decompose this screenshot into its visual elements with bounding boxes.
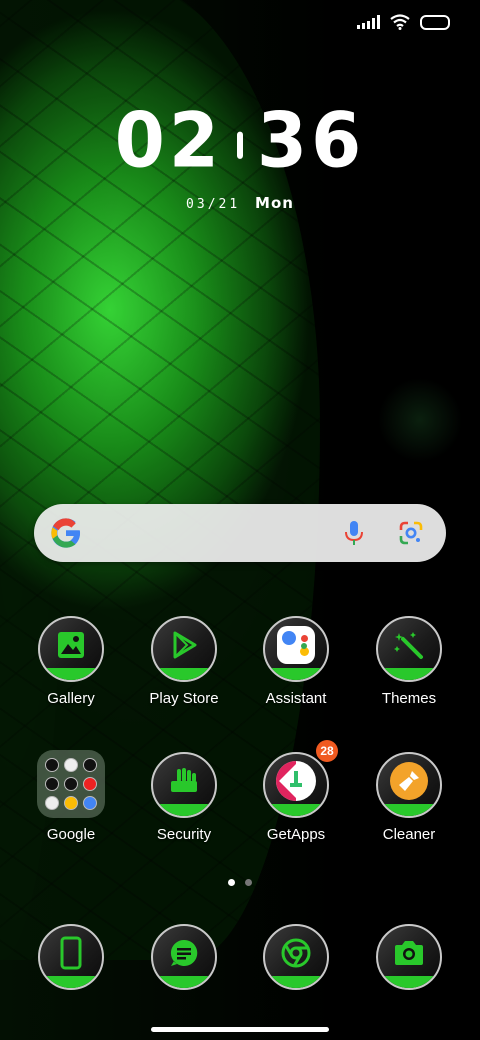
app-label-play-store: Play Store bbox=[149, 690, 219, 707]
getapps-icon bbox=[276, 761, 316, 801]
app-label-google: Google bbox=[46, 826, 96, 843]
gallery-icon bbox=[58, 632, 84, 658]
battery-icon bbox=[420, 14, 450, 30]
messages-icon bbox=[170, 939, 198, 966]
cleaner-icon bbox=[390, 762, 428, 800]
microphone-icon[interactable] bbox=[342, 519, 366, 547]
gesture-navigation-bar[interactable] bbox=[151, 1027, 329, 1032]
day-of-week: Mon bbox=[255, 194, 294, 212]
status-bar bbox=[357, 14, 450, 30]
play-store-app-button[interactable] bbox=[151, 616, 217, 682]
chrome-icon bbox=[281, 938, 311, 968]
page-dot bbox=[245, 879, 252, 886]
app-label-assistant: Assistant bbox=[265, 690, 327, 707]
app-label-themes: Themes bbox=[381, 690, 437, 707]
clock-hours: 02 bbox=[114, 95, 223, 185]
chrome-dock-button[interactable] bbox=[263, 924, 329, 990]
page-dot-active bbox=[228, 879, 235, 886]
google-g-icon bbox=[51, 518, 80, 548]
phone-dock-button[interactable] bbox=[38, 924, 104, 990]
signal-icon bbox=[357, 15, 380, 29]
app-label-cleaner: Cleaner bbox=[382, 826, 436, 843]
gallery-app-button[interactable] bbox=[38, 616, 104, 682]
security-app-button[interactable] bbox=[151, 752, 217, 818]
date-label: 03/21 Mon bbox=[0, 194, 480, 212]
page-indicator[interactable] bbox=[228, 879, 252, 886]
phone-icon bbox=[60, 936, 82, 970]
camera-icon bbox=[395, 941, 423, 965]
assistant-app-button[interactable] bbox=[263, 616, 329, 682]
app-label-getapps: GetApps bbox=[266, 826, 326, 843]
assistant-icon bbox=[277, 626, 315, 664]
clock-minutes: 36 bbox=[257, 95, 366, 185]
getapps-app-button[interactable] bbox=[263, 752, 329, 818]
messages-dock-button[interactable] bbox=[151, 924, 217, 990]
google-folder[interactable] bbox=[37, 750, 105, 818]
themes-icon bbox=[394, 632, 423, 659]
app-label-security: Security bbox=[156, 826, 212, 843]
play-store-icon bbox=[173, 631, 197, 659]
google-lens-icon[interactable] bbox=[398, 520, 424, 546]
wifi-icon bbox=[390, 14, 410, 30]
notification-badge: 28 bbox=[316, 740, 338, 762]
themes-app-button[interactable] bbox=[376, 616, 442, 682]
cleaner-app-button[interactable] bbox=[376, 752, 442, 818]
google-search-bar[interactable] bbox=[34, 504, 446, 562]
app-label-gallery: Gallery bbox=[47, 690, 95, 707]
date-value: 03/21 bbox=[186, 197, 241, 212]
security-icon bbox=[171, 768, 197, 792]
camera-dock-button[interactable] bbox=[376, 924, 442, 990]
clock-separator bbox=[237, 132, 243, 160]
clock-widget[interactable]: 02 36 bbox=[0, 98, 480, 182]
